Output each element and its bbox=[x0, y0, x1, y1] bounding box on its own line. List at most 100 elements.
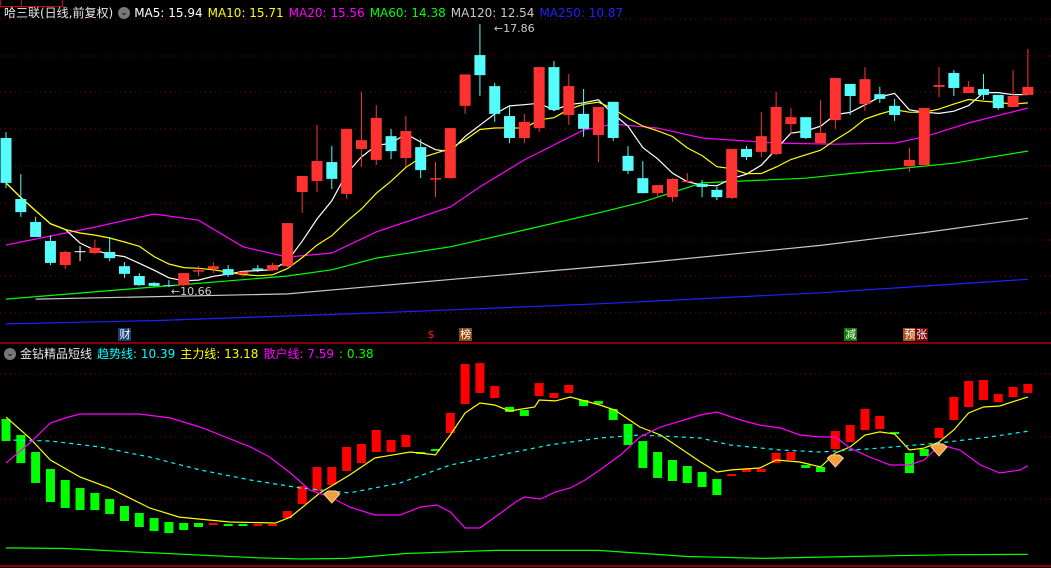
indicator-bar bbox=[119, 505, 129, 521]
indicator-bar bbox=[534, 382, 544, 397]
indicator-bar bbox=[919, 449, 929, 457]
ma5-label: MA5: 15.94 bbox=[134, 5, 203, 20]
indicator-bar bbox=[90, 492, 100, 511]
indicator-bar bbox=[756, 468, 766, 473]
indicator-bar bbox=[697, 472, 707, 488]
candle-body bbox=[518, 121, 530, 138]
indicator-bar bbox=[179, 522, 189, 530]
high-price-label: ←17.86 bbox=[494, 22, 535, 35]
ma-line-ma60 bbox=[5, 150, 1028, 300]
indicator-bar bbox=[727, 474, 737, 477]
signal-marker[interactable]: 榜 bbox=[459, 328, 473, 341]
indicator-bar bbox=[682, 466, 692, 483]
indicator-bar bbox=[860, 408, 870, 430]
candle-body bbox=[15, 198, 27, 213]
candle-body bbox=[489, 86, 501, 114]
signal-marker[interactable]: 减 bbox=[844, 328, 858, 341]
diamond-icon bbox=[930, 443, 948, 457]
signal-marker[interactable]: 财 bbox=[118, 328, 132, 341]
candle-body bbox=[30, 221, 42, 237]
candle-body bbox=[815, 132, 827, 144]
indicator-bar bbox=[60, 480, 70, 508]
diamond-icon bbox=[826, 454, 845, 468]
stock-title: 哈三联(日线,前复权) bbox=[4, 6, 114, 20]
indicator-bar bbox=[312, 466, 322, 491]
indicator-bar bbox=[342, 446, 352, 472]
indicator-bar bbox=[845, 425, 855, 443]
indicator-bar bbox=[667, 459, 677, 482]
indicator-bar bbox=[149, 518, 159, 531]
indicator-bar bbox=[490, 385, 500, 398]
indicator-bar bbox=[1, 419, 11, 442]
main-force-line-label: 主力线: 13.18 bbox=[180, 347, 259, 361]
indicator-bar bbox=[1023, 383, 1033, 393]
candle-body bbox=[341, 128, 353, 194]
indicator-bar bbox=[904, 452, 914, 474]
indicator-bar bbox=[564, 384, 574, 393]
signal-marker[interactable]: $ bbox=[427, 328, 436, 341]
low-price-label: ←10.66 bbox=[171, 285, 212, 298]
indicator-bar bbox=[386, 440, 396, 452]
indicator-bar bbox=[519, 410, 529, 416]
candle-body bbox=[918, 108, 930, 166]
indicator-bar bbox=[75, 488, 85, 511]
signal-marker[interactable]: 张 bbox=[915, 328, 929, 341]
ma-line-ma20 bbox=[5, 107, 1029, 258]
candle-body bbox=[889, 105, 901, 115]
candle-body bbox=[429, 178, 441, 180]
indicator-bar bbox=[223, 523, 233, 527]
indicator-bar bbox=[549, 392, 559, 398]
indicator-bar bbox=[978, 380, 988, 400]
candle-body bbox=[711, 189, 723, 198]
candle-body bbox=[696, 184, 708, 187]
indicator-name: 金钻精品短线 bbox=[20, 347, 93, 361]
indicator-bar bbox=[105, 498, 115, 514]
indicator-bar bbox=[16, 435, 26, 464]
candle-body bbox=[415, 147, 427, 171]
candle-body bbox=[385, 136, 397, 152]
candle-body bbox=[563, 86, 575, 115]
indicator-bar bbox=[134, 512, 144, 528]
candle-body bbox=[681, 181, 693, 183]
candle-body bbox=[1007, 95, 1019, 107]
candle-body bbox=[859, 79, 871, 105]
candle-body bbox=[400, 131, 412, 159]
indicator-bar bbox=[993, 394, 1003, 403]
candle-body bbox=[933, 85, 945, 87]
candle-body bbox=[178, 273, 190, 286]
candle-body bbox=[992, 94, 1004, 109]
indicator-bar bbox=[934, 428, 944, 438]
indicator-bar bbox=[208, 522, 218, 526]
candle-body bbox=[326, 162, 338, 179]
candle-body bbox=[370, 117, 382, 160]
candle-body bbox=[533, 67, 545, 129]
candle-body bbox=[770, 106, 782, 155]
chevron-down-icon[interactable]: ⌄ bbox=[118, 6, 131, 19]
indicator-line-00ff00 bbox=[5, 547, 1028, 560]
candle-body bbox=[207, 266, 219, 270]
indicator-header: ⌄ 金钻精品短线 趋势线: 10.39 主力线: 13.18 散户线: 7.59… bbox=[4, 345, 379, 362]
indicator-bar bbox=[475, 363, 485, 393]
indicator-bar bbox=[801, 465, 811, 468]
indicator-bar bbox=[238, 523, 248, 527]
candle-body bbox=[459, 74, 471, 106]
candle-body bbox=[44, 240, 56, 263]
candle-body bbox=[785, 117, 797, 125]
indicator-bar bbox=[964, 381, 974, 407]
indicator-bar bbox=[949, 397, 959, 421]
candle-body bbox=[800, 117, 812, 138]
candle-body bbox=[874, 94, 886, 99]
candle-body bbox=[652, 185, 664, 194]
candle-body bbox=[444, 128, 456, 179]
chevron-down-icon[interactable]: ⌄ bbox=[4, 347, 16, 360]
kline-chart[interactable]: ←17.86 ←10.66 bbox=[0, 0, 1051, 568]
candle-body bbox=[133, 276, 145, 286]
indicator-bar bbox=[653, 451, 663, 478]
candle-body bbox=[622, 155, 634, 171]
candle-body bbox=[963, 86, 975, 94]
candle-body bbox=[222, 269, 234, 275]
candle-body bbox=[148, 282, 160, 286]
indicator-bar bbox=[816, 466, 826, 473]
ma120-label: MA120: 12.54 bbox=[450, 5, 535, 20]
retail-line-label: 散户线: 7.59 bbox=[263, 347, 335, 361]
